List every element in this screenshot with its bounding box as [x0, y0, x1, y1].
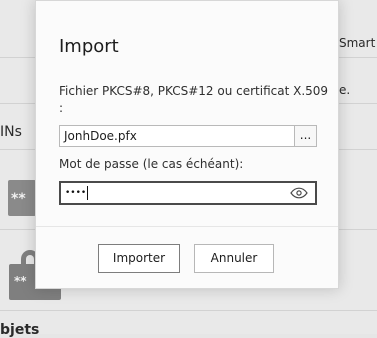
dialog-divider [36, 226, 338, 227]
file-picker-row: JonhDoe.pfx ... [59, 125, 317, 147]
background-smart-label: Smart [339, 36, 376, 50]
import-dialog: Import Fichier PKCS#8, PKCS#12 ou certif… [35, 0, 339, 289]
background-objects-label: bjets [0, 322, 40, 338]
pin-icon-text: ** [11, 191, 26, 207]
dialog-title: Import [59, 36, 119, 57]
eye-icon[interactable] [290, 187, 308, 199]
pin-icon: ** [8, 180, 36, 216]
background-separator [0, 310, 377, 311]
password-value: •••• [65, 188, 87, 198]
password-label: Mot de passe (le cas échéant): [59, 157, 244, 171]
background-pins-label: INs [0, 124, 22, 140]
password-field[interactable]: •••• [59, 181, 317, 205]
file-input[interactable]: JonhDoe.pfx [59, 125, 295, 147]
background-dot-label: e. [339, 83, 351, 97]
file-label-colon: : [59, 101, 64, 115]
file-label: Fichier PKCS#8, PKCS#12 ou certificat X.… [59, 84, 329, 98]
browse-button[interactable]: ... [295, 125, 317, 147]
lock-icon-text: ** [14, 274, 27, 288]
text-caret [87, 186, 88, 200]
import-button[interactable]: Importer [98, 244, 180, 273]
cancel-button[interactable]: Annuler [194, 244, 274, 273]
